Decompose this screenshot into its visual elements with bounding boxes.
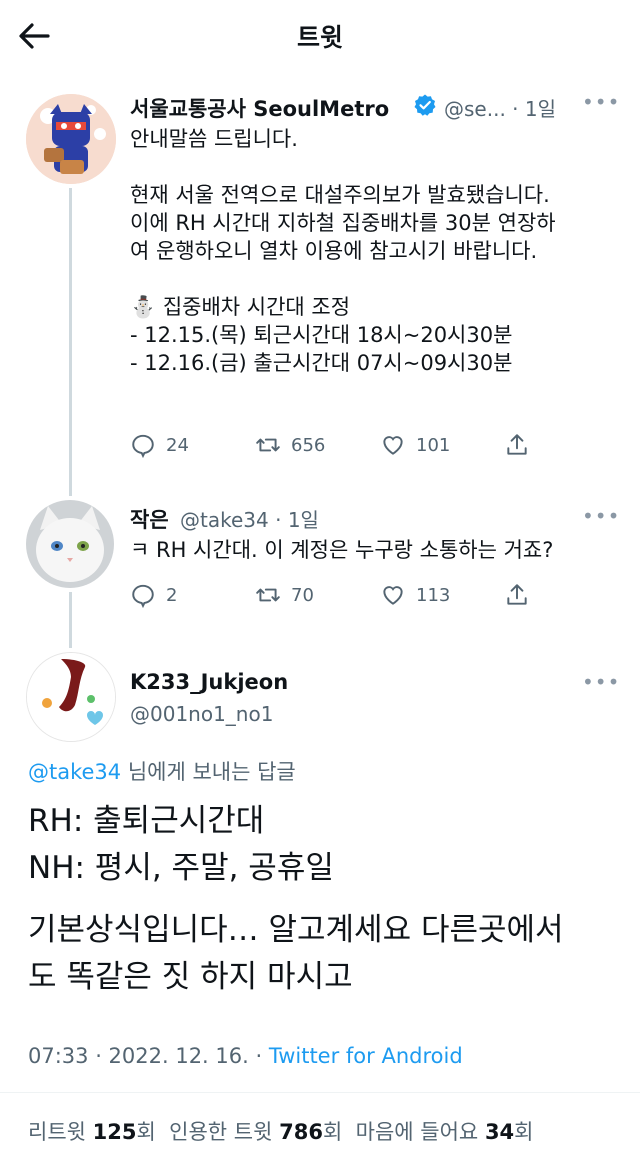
main-line-4: 도 똑같은 짓 하지 마시고 bbox=[28, 959, 353, 995]
reply-icon bbox=[132, 584, 154, 608]
heart-icon bbox=[383, 436, 403, 455]
reply-mention-link[interactable]: @take34 bbox=[28, 760, 121, 784]
like-count-2: 113 bbox=[416, 584, 451, 606]
retweet-count-2: 70 bbox=[291, 584, 314, 606]
like-count: 101 bbox=[416, 434, 451, 456]
reply-count: 24 bbox=[166, 434, 189, 456]
reply-count-2: 2 bbox=[166, 584, 178, 606]
seoulmetro-avatar[interactable] bbox=[26, 94, 116, 184]
page-title: 트윗 bbox=[296, 23, 343, 52]
retweet-stat[interactable]: 리트윗 125회 bbox=[28, 1120, 156, 1144]
like-stat[interactable]: 마음에 들어요 34회 bbox=[356, 1120, 534, 1144]
reply-button-2[interactable]: 2 bbox=[130, 582, 177, 608]
tweet-text-2: ㅋ RH 시간대. 이 계정은 누구랑 소통하는 거죠? bbox=[130, 538, 554, 562]
retweet-count: 656 bbox=[291, 434, 326, 456]
divider bbox=[0, 1092, 640, 1093]
main-line-3: 기본상식입니다… 알고계세요 다른곳에서 bbox=[28, 912, 564, 948]
share-icon bbox=[507, 434, 527, 455]
author-handle-2: @take34 · 1일 bbox=[180, 508, 319, 532]
tweet-timestamp: 07:33 · 2022. 12. 16. · Twitter for Andr… bbox=[28, 1044, 463, 1068]
main-line-2: NH: 평시, 주말, 공휴일 bbox=[28, 850, 334, 886]
more-options-icon-2[interactable]: ••• bbox=[582, 504, 620, 528]
tweet-source-link[interactable]: Twitter for Android bbox=[269, 1044, 463, 1068]
like-button[interactable]: 101 bbox=[380, 432, 450, 458]
share-icon bbox=[507, 584, 527, 605]
quote-stat[interactable]: 인용한 트윗 786회 bbox=[169, 1120, 342, 1144]
more-options-icon[interactable]: ••• bbox=[582, 90, 620, 114]
replying-to: @take34 님에게 보내는 답글 bbox=[28, 760, 296, 784]
more-options-icon-3[interactable]: ••• bbox=[582, 670, 620, 694]
main-author-handle: @001no1_no1 bbox=[130, 702, 274, 726]
reply-button[interactable]: 24 bbox=[130, 432, 189, 458]
author-name-2[interactable]: 작은 bbox=[130, 504, 169, 534]
retweet-icon bbox=[256, 588, 280, 602]
retweet-button[interactable]: 656 bbox=[255, 432, 325, 458]
top-bar: 트윗 bbox=[0, 0, 640, 70]
tweet-stats: 리트윗 125회 인용한 트윗 786회 마음에 들어요 34회 bbox=[28, 1116, 534, 1146]
heart-icon bbox=[383, 586, 403, 605]
share-button[interactable] bbox=[504, 432, 530, 458]
k233-avatar[interactable] bbox=[26, 652, 116, 742]
retweet-button-2[interactable]: 70 bbox=[255, 582, 314, 608]
thread-line bbox=[69, 188, 72, 496]
reply-icon bbox=[132, 434, 154, 458]
thread-line-2 bbox=[69, 592, 72, 648]
author-handle: @se... · 1일 bbox=[444, 97, 556, 121]
main-line-1: RH: 출퇴근시간대 bbox=[28, 803, 265, 839]
retweet-icon bbox=[256, 438, 280, 452]
tweet-text: 안내말씀 드립니다. 현재 서울 전역으로 대설주의보가 발효됐습니다. 이에 … bbox=[130, 127, 556, 375]
take34-avatar[interactable] bbox=[26, 500, 114, 588]
like-button-2[interactable]: 113 bbox=[380, 582, 450, 608]
verified-badge-icon bbox=[413, 93, 437, 117]
main-author-name[interactable]: K233_Jukjeon bbox=[130, 670, 288, 694]
author-name[interactable]: 서울교통공사 SeoulMetro bbox=[130, 93, 389, 123]
share-button-2[interactable] bbox=[504, 582, 530, 608]
